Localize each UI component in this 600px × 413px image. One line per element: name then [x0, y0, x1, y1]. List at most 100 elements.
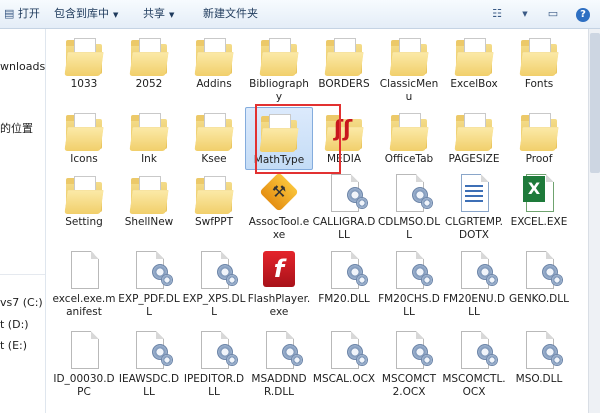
file-label: CDLMSO.DLL — [377, 216, 441, 241]
file-label: PAGESIZE — [448, 153, 500, 165]
share-button[interactable]: 共享 ▼ — [143, 0, 174, 28]
file-label: GENKO.DLL — [509, 293, 569, 305]
open-icon: ▤ — [4, 7, 18, 20]
folder-item[interactable]: OfficeTab — [377, 109, 441, 166]
file-label: AssocTool.exe — [248, 216, 310, 241]
vertical-scrollbar[interactable] — [588, 29, 600, 413]
file-item[interactable]: CLGRTEMP.DOTX — [442, 172, 506, 242]
file-item[interactable]: EXP_PDF.DLL — [117, 249, 181, 319]
file-item[interactable]: FM20ENU.DLL — [442, 249, 506, 319]
view-options-icon[interactable]: ☷ — [484, 4, 510, 24]
file-label: FM20ENU.DLL — [442, 293, 506, 318]
sidebar-item-drive-c[interactable]: vs7 (C:) — [0, 296, 43, 309]
file-label: Ksee — [201, 153, 227, 165]
file-label: FM20CHS.DLL — [378, 293, 440, 318]
file-label: Bibliography — [249, 78, 309, 103]
file-label: 2052 — [135, 78, 163, 90]
folder-item[interactable]: BORDERS — [312, 34, 376, 91]
dll-file-icon — [127, 329, 173, 373]
file-item[interactable]: X EXCEL.EXE — [507, 172, 571, 229]
file-label: 1033 — [70, 78, 98, 90]
folder-item[interactable]: Fonts — [507, 34, 571, 91]
dll-file-icon — [452, 249, 498, 293]
file-label: EXCEL.EXE — [510, 216, 568, 228]
view-dropdown-icon[interactable]: ▼ — [512, 4, 538, 24]
folder-item[interactable]: Setting — [52, 172, 116, 229]
open-button[interactable]: ▤ 打开 — [4, 0, 40, 28]
file-item[interactable]: EXP_XPS.DLL — [182, 249, 246, 319]
file-item[interactable]: ⚒ AssocTool.exe — [247, 172, 311, 242]
file-item[interactable]: CALLIGRA.DLL — [312, 172, 376, 242]
folder-icon — [387, 109, 431, 153]
file-item[interactable]: ID_00030.DPC — [52, 329, 116, 399]
folder-icon — [387, 34, 431, 78]
sidebar-item-recent-places[interactable]: 的位置 — [0, 120, 33, 136]
dll-file-icon — [322, 249, 368, 293]
scrollbar-thumb[interactable] — [590, 33, 600, 173]
file-item[interactable]: MSADDNDR.DLL — [247, 329, 311, 399]
sidebar-item-downloads[interactable]: wnloads — [0, 60, 45, 73]
file-label: ID_00030.DPC — [53, 373, 115, 398]
folder-item[interactable]: Ink — [117, 109, 181, 166]
folder-item[interactable]: Proof — [507, 109, 571, 166]
folder-item[interactable]: Ksee — [182, 109, 246, 166]
folder-icon — [127, 34, 171, 78]
chevron-down-icon: ▼ — [169, 11, 175, 19]
dll-file-icon — [517, 329, 563, 373]
file-label: MSADDNDR.DLL — [251, 373, 307, 398]
folder-item[interactable]: SwfPPT — [182, 172, 246, 229]
file-item[interactable]: IPEDITOR.DLL — [182, 329, 246, 399]
folder-item[interactable]: Icons — [52, 109, 116, 166]
file-item[interactable]: MSCOMCT2.OCX — [377, 329, 441, 399]
file-label: ClassicMenu — [379, 78, 439, 103]
dll-file-icon — [322, 329, 368, 373]
file-label: BORDERS — [318, 78, 370, 90]
file-label: Setting — [65, 216, 103, 228]
folder-icon — [62, 172, 106, 216]
file-label: MSO.DLL — [515, 373, 563, 385]
folder-item[interactable]: ClassicMenu — [377, 34, 441, 104]
sidebar-item-drive-e[interactable]: t (E:) — [0, 339, 27, 352]
file-item[interactable]: MSCAL.OCX — [312, 329, 376, 386]
file-item[interactable]: FM20CHS.DLL — [377, 249, 441, 319]
folder-item[interactable]: ShellNew — [117, 172, 181, 229]
file-label: excel.exe.manifest — [52, 293, 116, 318]
file-label: FlashPlayer.exe — [247, 293, 311, 318]
file-label: CALLIGRA.DLL — [312, 216, 376, 241]
file-item[interactable]: excel.exe.manifest — [52, 249, 116, 319]
folder-item[interactable]: PAGESIZE — [442, 109, 506, 166]
folder-item[interactable]: 1033 — [52, 34, 116, 91]
folder-item[interactable]: 2052 — [117, 34, 181, 91]
file-item[interactable]: IEAWSDC.DLL — [117, 329, 181, 399]
file-label: EXP_PDF.DLL — [118, 293, 180, 318]
file-item[interactable]: MSO.DLL — [507, 329, 571, 386]
folder-icon — [322, 34, 366, 78]
dll-file-icon — [192, 329, 238, 373]
folder-item[interactable]: Addins — [182, 34, 246, 91]
sidebar-item-drive-d[interactable]: t (D:) — [0, 318, 29, 331]
folder-icon — [452, 34, 496, 78]
file-label: IPEDITOR.DLL — [183, 373, 245, 398]
file-item[interactable]: GENKO.DLL — [507, 249, 571, 306]
file-label: Icons — [70, 153, 98, 165]
navigation-pane: wnloads 的位置 vs7 (C:) t (D:) t (E:) — [0, 29, 46, 413]
help-icon[interactable]: ? — [570, 4, 596, 24]
dll-file-icon — [387, 172, 433, 216]
file-label: SwfPPT — [194, 216, 234, 228]
file-label: OfficeTab — [384, 153, 434, 165]
preview-pane-icon[interactable]: ▭ — [540, 4, 566, 24]
dll-file-icon — [517, 249, 563, 293]
file-item[interactable]: FM20.DLL — [312, 249, 376, 306]
dll-file-icon — [387, 249, 433, 293]
word-template-icon — [452, 172, 496, 216]
new-folder-button[interactable]: 新建文件夹 — [203, 0, 258, 28]
file-item[interactable]: MSCOMCTL.OCX — [442, 329, 506, 399]
file-label: ExcelBox — [450, 78, 498, 90]
include-in-library-button[interactable]: 包含到库中 ▼ — [54, 0, 118, 28]
sidebar-divider — [0, 274, 45, 275]
file-item[interactable]: f FlashPlayer.exe — [247, 249, 311, 319]
file-label: FM20.DLL — [318, 293, 370, 305]
folder-item[interactable]: ExcelBox — [442, 34, 506, 91]
folder-item[interactable]: Bibliography — [247, 34, 311, 104]
file-item[interactable]: CDLMSO.DLL — [377, 172, 441, 242]
